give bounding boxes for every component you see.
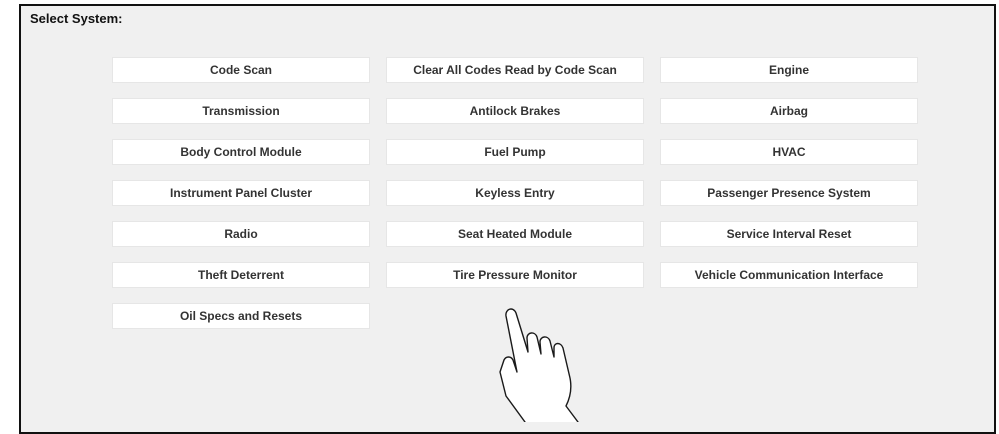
system-button-transmission[interactable]: Transmission <box>112 98 370 124</box>
system-button-theft-deterrent[interactable]: Theft Deterrent <box>112 262 370 288</box>
system-button-tire-pressure-monitor[interactable]: Tire Pressure Monitor <box>386 262 644 288</box>
system-button-body-control-module[interactable]: Body Control Module <box>112 139 370 165</box>
system-button-service-interval-reset[interactable]: Service Interval Reset <box>660 221 918 247</box>
system-button-fuel-pump[interactable]: Fuel Pump <box>386 139 644 165</box>
system-button-passenger-presence-system[interactable]: Passenger Presence System <box>660 180 918 206</box>
panel-title: Select System: <box>30 11 123 26</box>
system-button-airbag[interactable]: Airbag <box>660 98 918 124</box>
system-button-clear-all-codes[interactable]: Clear All Codes Read by Code Scan <box>386 57 644 83</box>
system-button-antilock-brakes[interactable]: Antilock Brakes <box>386 98 644 124</box>
system-button-code-scan[interactable]: Code Scan <box>112 57 370 83</box>
system-button-hvac[interactable]: HVAC <box>660 139 918 165</box>
system-button-radio[interactable]: Radio <box>112 221 370 247</box>
system-button-keyless-entry[interactable]: Keyless Entry <box>386 180 644 206</box>
system-button-engine[interactable]: Engine <box>660 57 918 83</box>
select-system-panel: Select System: Code Scan Clear All Codes… <box>19 4 996 434</box>
system-button-instrument-panel-cluster[interactable]: Instrument Panel Cluster <box>112 180 370 206</box>
system-button-grid: Code Scan Clear All Codes Read by Code S… <box>112 57 918 329</box>
system-button-vehicle-communication-interface[interactable]: Vehicle Communication Interface <box>660 262 918 288</box>
system-button-oil-specs-and-resets[interactable]: Oil Specs and Resets <box>112 303 370 329</box>
system-button-seat-heated-module[interactable]: Seat Heated Module <box>386 221 644 247</box>
